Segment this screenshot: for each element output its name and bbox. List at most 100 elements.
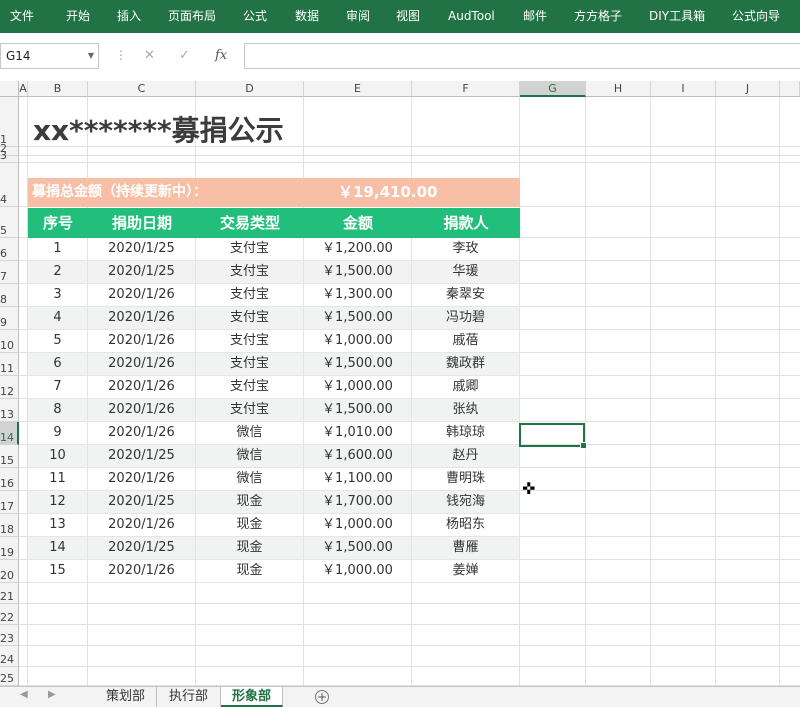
column-header[interactable]: B	[28, 81, 88, 97]
table-cell[interactable]: 7	[28, 376, 88, 398]
table-cell[interactable]: 2020/1/26	[88, 399, 196, 421]
table-cell[interactable]: 14	[28, 537, 88, 559]
table-cell[interactable]: 魏政群	[412, 353, 520, 375]
table-header-cell[interactable]: 序号	[28, 208, 88, 238]
table-cell[interactable]: 2020/1/26	[88, 284, 196, 306]
table-cell[interactable]: ￥1,500.00	[304, 261, 412, 283]
row-header[interactable]: 15	[0, 445, 19, 468]
table-cell[interactable]: 支付宝	[196, 353, 304, 375]
table-cell[interactable]: 2020/1/26	[88, 468, 196, 490]
row-header[interactable]: 9	[0, 307, 19, 330]
worksheet-grid[interactable]: xx*******募捐公示 募捐总金额（持续更新中）： ￥19,410.00 序…	[0, 81, 800, 686]
table-cell[interactable]: 3	[28, 284, 88, 306]
table-cell[interactable]: 8	[28, 399, 88, 421]
row-header[interactable]: 16	[0, 468, 19, 491]
ribbon-tab[interactable]: 视图	[396, 0, 420, 33]
table-cell[interactable]: 李玫	[412, 238, 520, 260]
table-cell[interactable]: 华瑗	[412, 261, 520, 283]
row-header[interactable]: 12	[0, 376, 19, 399]
table-cell[interactable]: 2020/1/26	[88, 307, 196, 329]
table-cell[interactable]: 微信	[196, 445, 304, 467]
table-cell[interactable]: ￥1,300.00	[304, 284, 412, 306]
table-cell[interactable]: 2020/1/25	[88, 491, 196, 513]
table-cell[interactable]: 赵丹	[412, 445, 520, 467]
selected-cell[interactable]	[519, 423, 587, 449]
table-cell[interactable]: 秦翠安	[412, 284, 520, 306]
table-cell[interactable]: 10	[28, 445, 88, 467]
column-header[interactable]: C	[88, 81, 196, 97]
insert-function-icon[interactable]: fx	[215, 48, 227, 63]
scroll-left-icon[interactable]: ◀	[20, 689, 28, 700]
table-cell[interactable]: 2020/1/26	[88, 376, 196, 398]
table-cell[interactable]: 戚蓓	[412, 330, 520, 352]
table-cell[interactable]: 杨昭东	[412, 514, 520, 536]
table-cell[interactable]: 支付宝	[196, 284, 304, 306]
column-header[interactable]: G	[520, 81, 586, 97]
row-header[interactable]: 22	[0, 604, 19, 625]
table-cell[interactable]: 张纨	[412, 399, 520, 421]
table-cell[interactable]: ￥1,000.00	[304, 376, 412, 398]
table-header-cell[interactable]: 金额	[304, 208, 412, 238]
table-cell[interactable]: ￥1,500.00	[304, 537, 412, 559]
sheet-tab[interactable]: 策划部	[95, 687, 157, 707]
row-header[interactable]: 5	[0, 207, 19, 238]
table-cell[interactable]: ￥1,010.00	[304, 422, 412, 444]
table-cell[interactable]: 钱宛海	[412, 491, 520, 513]
table-cell[interactable]: ￥1,500.00	[304, 353, 412, 375]
formula-input[interactable]	[244, 43, 800, 69]
table-cell[interactable]: 微信	[196, 468, 304, 490]
column-header[interactable]: H	[586, 81, 651, 97]
row-header[interactable]: 20	[0, 560, 19, 583]
table-cell[interactable]: 现金	[196, 491, 304, 513]
table-cell[interactable]: 11	[28, 468, 88, 490]
table-cell[interactable]: 支付宝	[196, 376, 304, 398]
row-header[interactable]: 1	[0, 97, 19, 147]
table-header-cell[interactable]: 交易类型	[196, 208, 304, 238]
row-header[interactable]: 24	[0, 646, 19, 667]
table-cell[interactable]: ￥1,000.00	[304, 330, 412, 352]
table-cell[interactable]: 2020/1/26	[88, 560, 196, 582]
column-header[interactable]	[780, 81, 800, 97]
row-header[interactable]: 14	[0, 422, 19, 445]
row-header[interactable]: 8	[0, 284, 19, 307]
column-header[interactable]: J	[716, 81, 780, 97]
table-cell[interactable]: ￥1,600.00	[304, 445, 412, 467]
ribbon-tab[interactable]: AudTool	[448, 0, 495, 33]
table-cell[interactable]: ￥1,000.00	[304, 560, 412, 582]
table-cell[interactable]: ￥1,100.00	[304, 468, 412, 490]
row-header[interactable]: 21	[0, 583, 19, 604]
table-cell[interactable]: ￥1,200.00	[304, 238, 412, 260]
column-header[interactable]: D	[196, 81, 304, 97]
enter-icon[interactable]: ✓	[179, 48, 190, 63]
table-cell[interactable]: 4	[28, 307, 88, 329]
table-cell[interactable]: 2020/1/25	[88, 261, 196, 283]
table-cell[interactable]: 13	[28, 514, 88, 536]
table-cell[interactable]: 支付宝	[196, 399, 304, 421]
sheet-tab[interactable]: 形象部	[221, 687, 283, 707]
table-header-cell[interactable]: 捐款人	[412, 208, 520, 238]
table-cell[interactable]: 姜婵	[412, 560, 520, 582]
add-sheet-icon[interactable]: +	[315, 690, 329, 704]
table-cell[interactable]: 支付宝	[196, 307, 304, 329]
ribbon-tab[interactable]: 数据	[295, 0, 319, 33]
table-cell[interactable]: 冯功碧	[412, 307, 520, 329]
row-header[interactable]: 11	[0, 353, 19, 376]
ribbon-tab[interactable]: 页面布局	[168, 0, 216, 33]
ribbon-tab[interactable]: 插入	[117, 0, 141, 33]
ribbon-tab[interactable]: 文件	[10, 0, 34, 33]
select-all-corner[interactable]	[0, 81, 19, 97]
table-cell[interactable]: 现金	[196, 514, 304, 536]
ribbon-tab[interactable]: 方方格子	[574, 0, 622, 33]
row-header[interactable]: 18	[0, 514, 19, 537]
table-cell[interactable]: 现金	[196, 560, 304, 582]
ribbon-tab[interactable]: 公式向导	[732, 0, 780, 33]
row-header[interactable]: 17	[0, 491, 19, 514]
chevron-down-icon[interactable]: ▼	[88, 44, 94, 68]
table-cell[interactable]: ￥1,700.00	[304, 491, 412, 513]
fill-handle[interactable]	[580, 442, 587, 449]
ribbon-tab[interactable]: 审阅	[346, 0, 370, 33]
table-cell[interactable]: ￥1,000.00	[304, 514, 412, 536]
table-cell[interactable]: 12	[28, 491, 88, 513]
table-cell[interactable]: 微信	[196, 422, 304, 444]
table-cell[interactable]: 2020/1/25	[88, 445, 196, 467]
